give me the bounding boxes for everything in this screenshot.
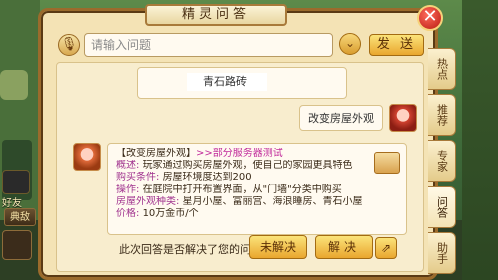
tab-assistant[interactable]: 助手 — [428, 232, 456, 274]
microphone-icon: 🎙 — [60, 37, 78, 52]
answer-value: 房屋环境度达到200 — [162, 172, 252, 183]
chat-area[interactable]: 青石路砖 改变房屋外观 【改变房屋外观】>>部分服务器测试 概述: 玩家通过购买… — [56, 62, 424, 272]
answer-key: 概述: — [116, 160, 140, 171]
history-dropdown-button[interactable]: ⌄ — [339, 33, 361, 55]
close-icon: ✕ — [422, 6, 438, 27]
hud-bag-icon[interactable] — [2, 230, 32, 260]
answer-key: 房屋外观种类: — [116, 196, 180, 207]
tab-recommend[interactable]: 推荐 — [428, 94, 456, 136]
answer-line-operation: 操作: 在庭院中打开布置界面，从"门墙"分类中购买 — [116, 184, 398, 196]
server-test-tag[interactable]: >>部分服务器测试 — [196, 148, 283, 159]
answer-value: 在庭院中打开布置界面，从"门墙"分类中购买 — [142, 184, 342, 195]
share-icon: ⇗ — [380, 241, 392, 255]
close-button[interactable]: ✕ — [417, 5, 443, 31]
friend-hud[interactable]: 好友 — [2, 170, 36, 210]
answer-heading-line: 【改变房屋外观】>>部分服务器测试 — [116, 148, 398, 160]
chevron-down-icon: ⌄ — [344, 36, 356, 50]
user-message-row: 改变房屋外观 — [299, 103, 417, 133]
friend-label: 好友 — [2, 198, 22, 209]
friend-avatar — [2, 170, 30, 194]
scene-rock — [0, 70, 28, 100]
hud-button-1[interactable]: 典敌 — [4, 208, 36, 226]
answer-key: 购买条件: — [116, 172, 160, 183]
answer-bubble: 【改变房屋外观】>>部分服务器测试 概述: 玩家通过购买房屋外观，使自己的家园更… — [107, 143, 407, 235]
side-tabs: 热点 推荐 专家 问答 助手 — [428, 48, 458, 278]
answer-value: 星月小屋、富丽宫、海浪睡房、青石小屋 — [182, 196, 363, 207]
answer-heading: 【改变房屋外观】 — [116, 148, 196, 159]
previous-answer-text: 青石路砖 — [187, 73, 267, 91]
tab-expert[interactable]: 专家 — [428, 140, 456, 182]
share-button[interactable]: ⇗ — [375, 237, 397, 259]
answer-line-types: 房屋外观种类: 星月小屋、富丽宫、海浪睡房、青石小屋 — [116, 196, 398, 208]
solved-button[interactable]: 解决 — [315, 235, 373, 259]
user-message-bubble: 改变房屋外观 — [299, 105, 383, 131]
panel-title: 精灵问答 — [145, 4, 287, 26]
answer-key: 价格: — [116, 208, 140, 219]
answer-line-price: 价格: 10万金币/个 — [116, 208, 398, 220]
answer-line-condition: 购买条件: 房屋环境度达到200 — [116, 172, 398, 184]
scene-right-foliage — [462, 0, 498, 280]
answer-value: 10万金币/个 — [142, 208, 199, 219]
answer-key: 操作: — [116, 184, 140, 195]
question-input[interactable] — [84, 33, 333, 57]
unsolved-button[interactable]: 未解决 — [249, 235, 307, 259]
tab-qa[interactable]: 问答 — [428, 186, 456, 228]
voice-input-button[interactable]: 🎙 — [58, 34, 80, 56]
npc-avatar — [73, 143, 101, 171]
send-button[interactable]: 发 送 — [369, 34, 424, 56]
answer-line-overview: 概述: 玩家通过购买房屋外观，使自己的家园更具特色 — [116, 160, 398, 172]
answer-value: 玩家通过购买房屋外观，使自己的家园更具特色 — [142, 160, 353, 171]
tab-hot[interactable]: 热点 — [428, 48, 456, 90]
stamp-icon — [374, 152, 400, 174]
user-avatar — [389, 104, 417, 132]
